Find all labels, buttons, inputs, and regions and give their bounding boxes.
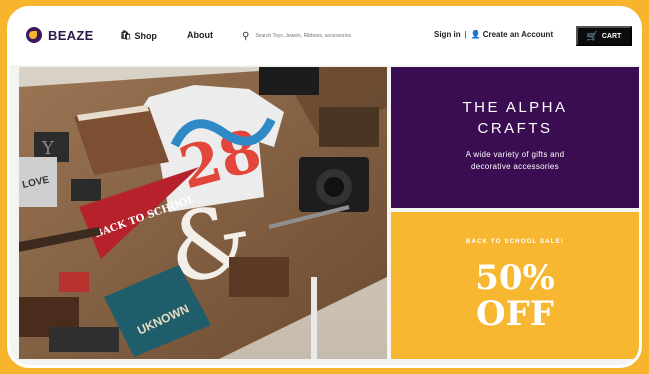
promo-title-line1: THE ALPHA	[462, 99, 568, 116]
nav-shop-link[interactable]: 🛍 Shop	[120, 30, 157, 41]
search-bar: ⚲	[242, 27, 392, 45]
sale-discount-off: OFF	[476, 294, 554, 334]
cart-label: CART	[601, 32, 622, 40]
top-navbar: BEAZE 🛍 Shop About ⚲ Sign in | 👤 Create …	[10, 9, 639, 65]
cart-icon: 🛒	[586, 30, 598, 41]
account-links: Sign in | 👤 Create an Account	[434, 30, 553, 39]
signin-link[interactable]: Sign in	[434, 30, 461, 39]
promo-alpha-crafts[interactable]: THE ALPHA CRAFTS A wide variety of gifts…	[391, 67, 639, 208]
shopping-bag-icon: 🛍	[120, 30, 132, 40]
promo-subtitle-line2: decorative accessories	[471, 162, 559, 171]
promo-subtitle-line1: A wide variety of gifts and	[465, 150, 565, 159]
hero-image[interactable]: 28 Y LOVE BACK TO SCHOOL & UKNOWN	[19, 67, 387, 359]
beaze-logo-icon	[26, 27, 42, 43]
brand-logo[interactable]: BEAZE	[26, 27, 94, 43]
promo-sale[interactable]: BACK TO SCHOOL SALE! 50% OFF	[391, 212, 639, 359]
page-frame: BEAZE 🛍 Shop About ⚲ Sign in | 👤 Create …	[7, 6, 642, 368]
camera-object	[299, 157, 369, 212]
user-icon: 👤	[470, 30, 481, 39]
promo-title-line2: CRAFTS	[477, 120, 553, 137]
love-tile: LOVE	[19, 157, 57, 207]
cart-button[interactable]: 🛒 CART	[576, 26, 632, 46]
nav-shop-label: Shop	[134, 30, 157, 41]
sale-discount-percent: 50%	[475, 258, 555, 298]
brand-name: BEAZE	[48, 27, 94, 43]
nav-about-link[interactable]: About	[187, 30, 213, 40]
promo-title: THE ALPHA CRAFTS	[391, 97, 639, 139]
promo-subtitle: A wide variety of gifts and decorative a…	[391, 149, 639, 173]
create-account-link[interactable]: Create an Account	[483, 30, 553, 39]
account-separator: |	[464, 30, 467, 39]
hero-craft-table-illustration: 28 Y LOVE BACK TO SCHOOL & UKNOWN	[19, 67, 387, 359]
sale-kicker: BACK TO SCHOOL SALE!	[465, 239, 565, 245]
sale-discount: 50% OFF	[391, 260, 639, 332]
search-input[interactable]	[255, 33, 381, 39]
search-icon[interactable]: ⚲	[242, 31, 249, 42]
svg-text:Y: Y	[41, 138, 55, 159]
